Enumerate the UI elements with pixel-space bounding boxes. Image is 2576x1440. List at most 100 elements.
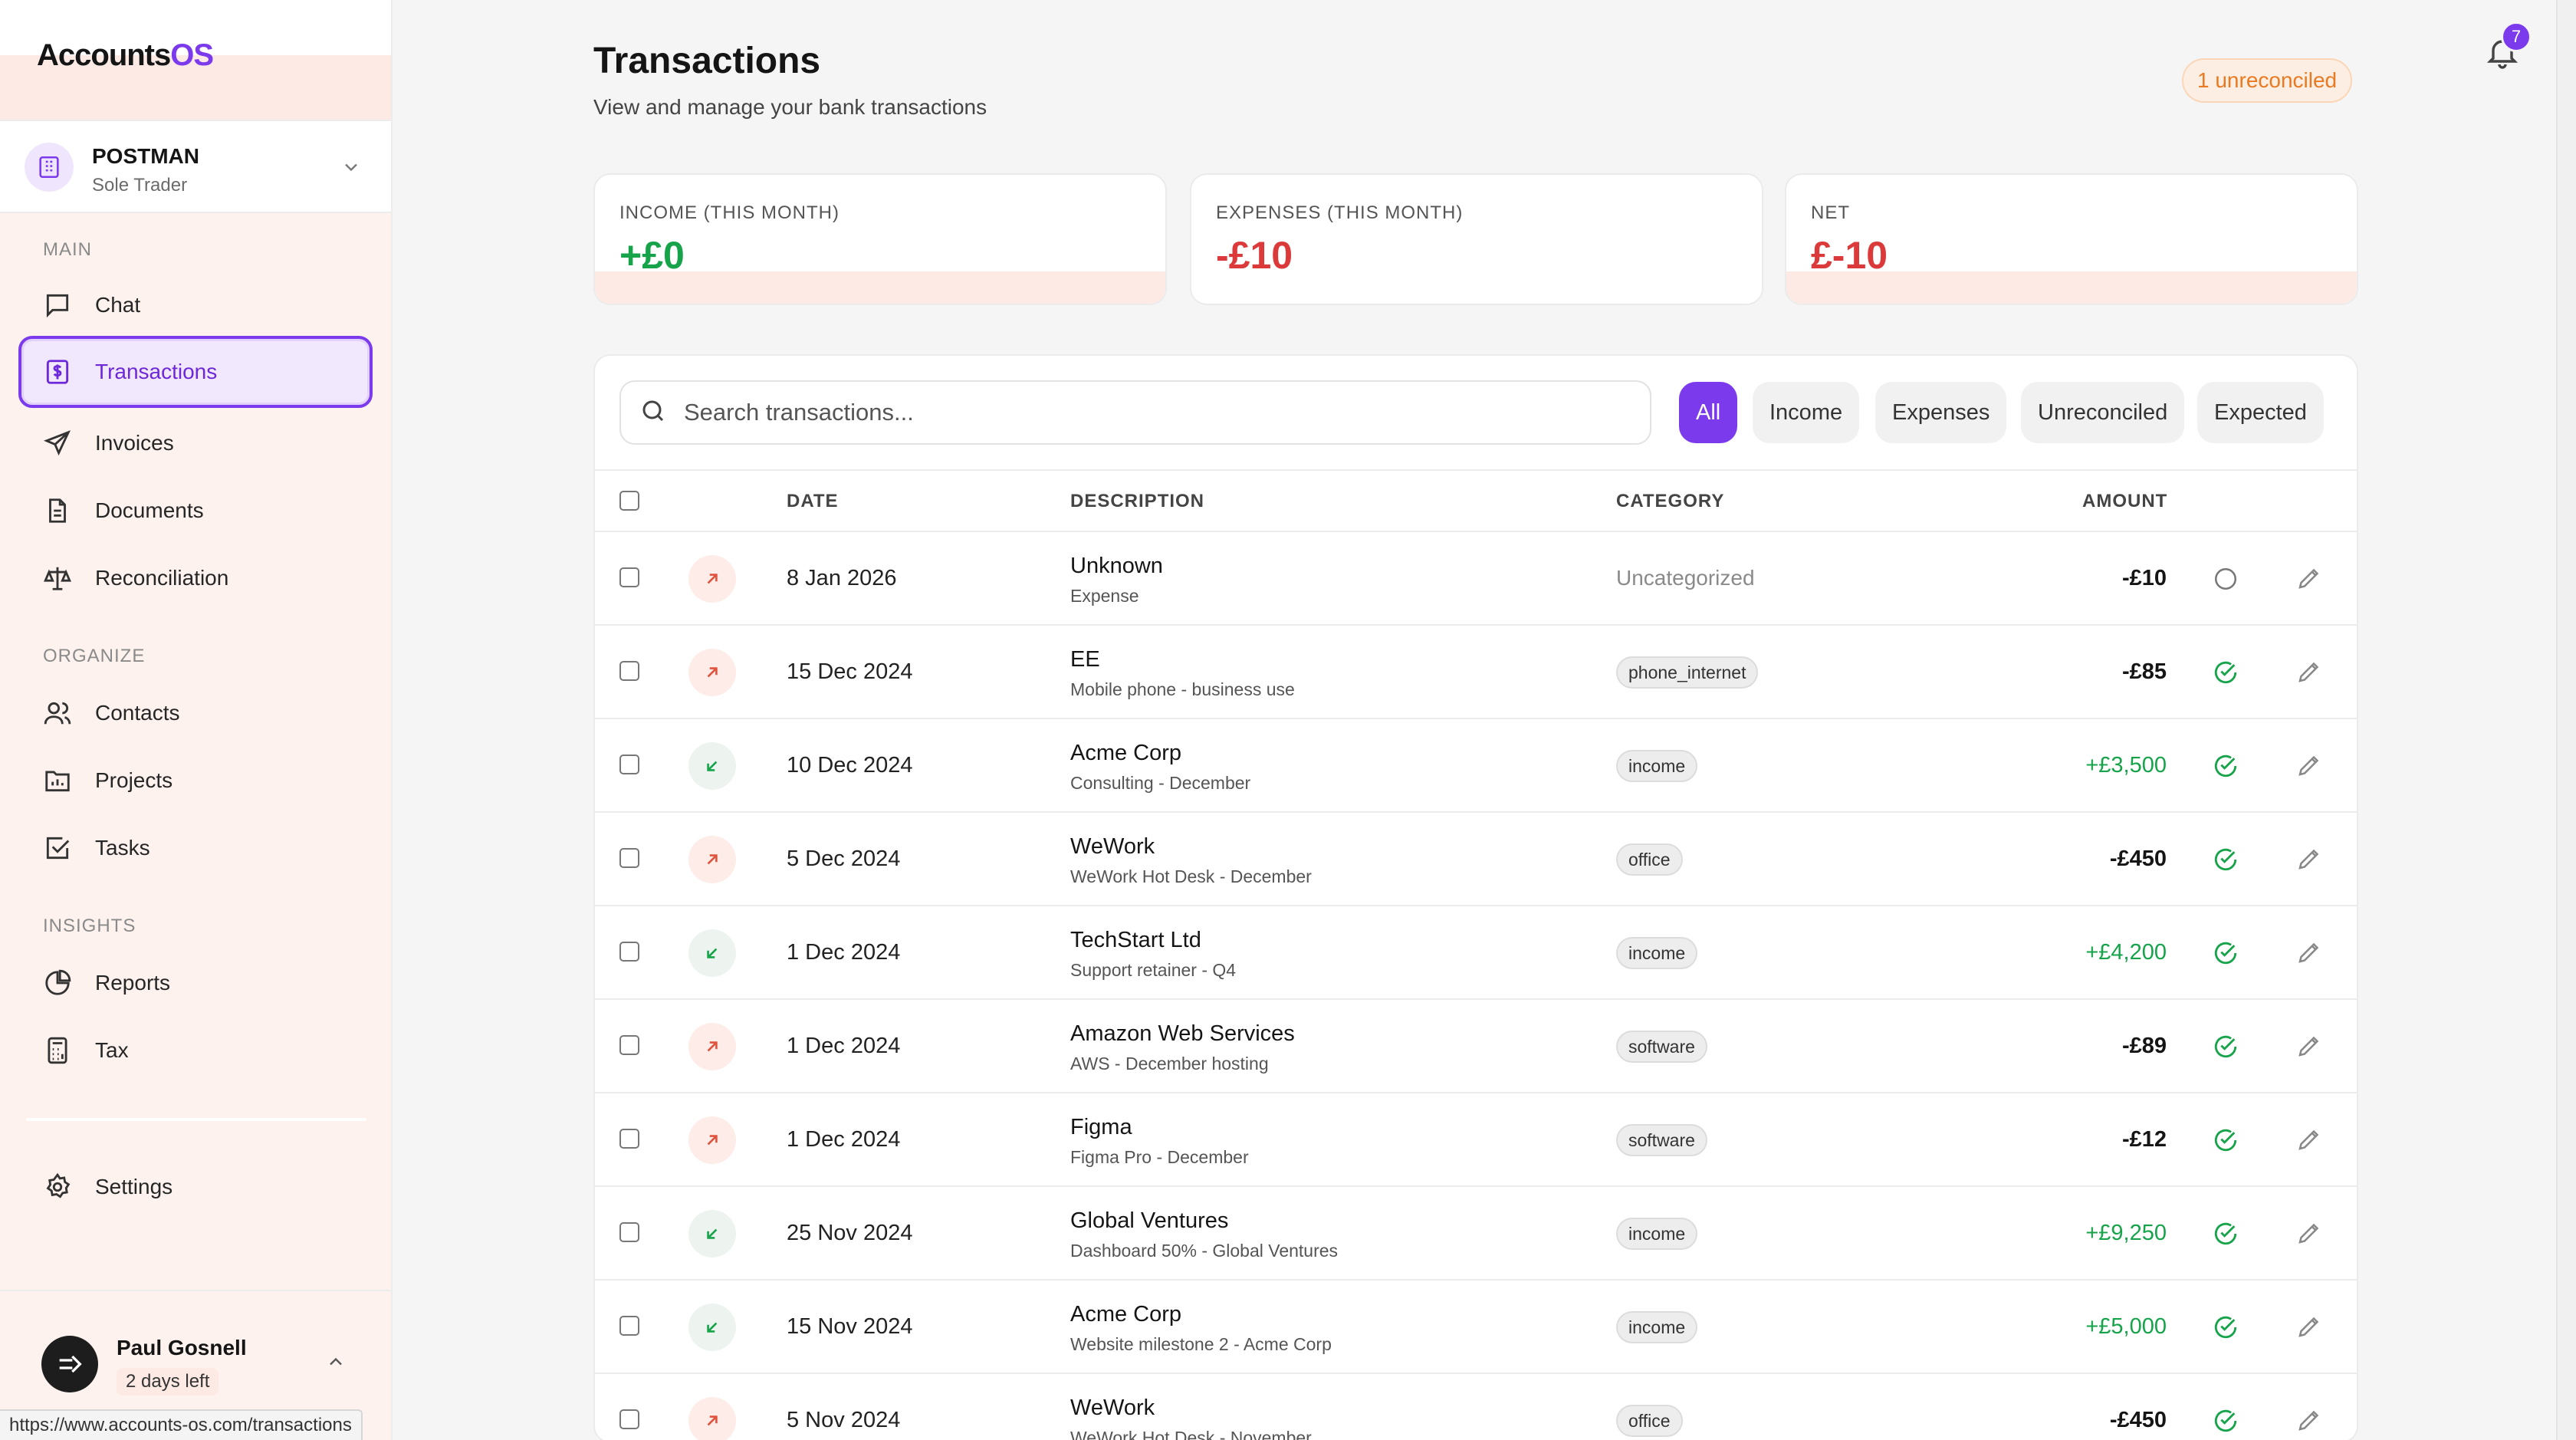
category-chip[interactable]: office (1616, 843, 1683, 876)
reconciled-check-icon[interactable] (2213, 1127, 2239, 1153)
users-icon (41, 697, 74, 729)
select-all-checkbox[interactable] (619, 491, 639, 511)
sidebar-item-invoices[interactable]: Invoices (21, 413, 371, 474)
sidebar-item-transactions[interactable]: Transactions (18, 336, 373, 408)
arrow-up-right-icon (688, 1397, 736, 1440)
row-checkbox[interactable] (619, 755, 639, 774)
edit-pencil-icon[interactable] (2295, 939, 2323, 966)
edit-pencil-icon[interactable] (2295, 564, 2323, 592)
unreconciled-badge[interactable]: 1 unreconciled (2182, 58, 2353, 103)
row-checkbox[interactable] (619, 567, 639, 587)
table-row[interactable]: 1 Dec 2024 TechStart Ltd Support retainer … (595, 906, 2357, 1000)
category-chip[interactable]: software (1616, 1124, 1707, 1156)
unreconciled-circle-icon[interactable] (2213, 566, 2239, 592)
sidebar-item-projects[interactable]: Projects (21, 750, 371, 811)
row-checkbox[interactable] (619, 661, 639, 681)
sidebar-item-documents[interactable]: Documents (21, 480, 371, 541)
scrollbar[interactable] (2556, 0, 2576, 1440)
arrow-up-right-icon (688, 1023, 736, 1070)
row-date: 8 Jan 2026 (787, 566, 897, 590)
row-subtitle: WeWork Hot Desk - December (1070, 866, 1312, 886)
row-checkbox[interactable] (619, 1409, 639, 1429)
table-row[interactable]: 10 Dec 2024 Acme Corp Consulting - Decembe… (595, 719, 2357, 813)
edit-pencil-icon[interactable] (2295, 845, 2323, 873)
col-amount[interactable]: AMOUNT (2082, 491, 2167, 512)
filter-income[interactable]: Income (1753, 382, 1860, 443)
edit-pencil-icon[interactable] (2295, 1126, 2323, 1153)
user-name: Paul Gosnell (117, 1336, 247, 1359)
row-date: 1 Dec 2024 (787, 940, 901, 965)
edit-pencil-icon[interactable] (2295, 1032, 2323, 1060)
row-date: 1 Dec 2024 (787, 1127, 901, 1152)
search-icon (639, 397, 667, 429)
table-row[interactable]: 25 Nov 2024 Global Ventures Dashboard 50% … (595, 1187, 2357, 1281)
row-checkbox[interactable] (619, 942, 639, 962)
gear-icon (41, 1171, 74, 1203)
table-header: DATE DESCRIPTION CATEGORY AMOUNT (595, 469, 2357, 532)
table-row[interactable]: 5 Dec 2024 WeWork WeWork Hot Desk - Decemb… (595, 813, 2357, 906)
arrow-down-left-icon (688, 742, 736, 790)
sidebar-item-reports[interactable]: Reports (21, 952, 371, 1014)
avatar (41, 1336, 98, 1392)
arrow-up-right-icon (688, 649, 736, 696)
sidebar-item-tax[interactable]: Tax (21, 1020, 371, 1081)
transactions-table: All Income Expenses Unreconciled Expecte… (593, 354, 2358, 1440)
table-row[interactable]: 5 Nov 2024 WeWork WeWork Hot Desk - Novemb… (595, 1374, 2357, 1440)
edit-pencil-icon[interactable] (2295, 658, 2323, 685)
search-box[interactable] (619, 380, 1651, 445)
row-subtitle: WeWork Hot Desk - November (1070, 1428, 1312, 1440)
row-checkbox[interactable] (619, 1316, 639, 1336)
table-row[interactable]: 8 Jan 2026 Unknown Expense Uncategorized -£1… (595, 532, 2357, 626)
row-amount: -£85 (2121, 659, 2167, 684)
app-logo[interactable]: AccountsOS (37, 38, 214, 73)
edit-pencil-icon[interactable] (2295, 751, 2323, 779)
category-chip[interactable]: income (1616, 1311, 1698, 1343)
col-date[interactable]: DATE (787, 491, 839, 512)
table-row[interactable]: 15 Nov 2024 Acme Corp Website milestone 2 … (595, 1281, 2357, 1374)
col-description[interactable]: DESCRIPTION (1070, 491, 1204, 512)
category-chip[interactable]: income (1616, 750, 1698, 782)
org-switcher[interactable]: POSTMAN Sole Trader (0, 120, 391, 213)
message-icon (41, 289, 74, 321)
sidebar-divider (26, 1118, 366, 1121)
category-chip[interactable]: income (1616, 1218, 1698, 1250)
reconciled-check-icon[interactable] (2213, 940, 2239, 966)
reconciled-check-icon[interactable] (2213, 1314, 2239, 1340)
col-category[interactable]: CATEGORY (1616, 491, 1724, 512)
table-row[interactable]: 1 Dec 2024 Amazon Web Services AWS - Decem… (595, 1000, 2357, 1093)
sidebar-item-reconciliation[interactable]: Reconciliation (21, 547, 371, 609)
reconciled-check-icon[interactable] (2213, 1034, 2239, 1060)
filter-all[interactable]: All (1679, 382, 1738, 443)
sidebar-item-contacts[interactable]: Contacts (21, 682, 371, 744)
reconciled-check-icon[interactable] (2213, 1408, 2239, 1434)
reconciled-check-icon[interactable] (2213, 659, 2239, 685)
edit-pencil-icon[interactable] (2295, 1406, 2323, 1434)
category-chip[interactable]: income (1616, 937, 1698, 969)
row-category[interactable]: Uncategorized (1616, 566, 1755, 590)
building-icon (25, 143, 74, 192)
sidebar-item-settings[interactable]: Settings (21, 1156, 371, 1218)
row-date: 5 Dec 2024 (787, 847, 901, 871)
edit-pencil-icon[interactable] (2295, 1313, 2323, 1340)
category-chip[interactable]: software (1616, 1031, 1707, 1063)
category-chip[interactable]: office (1616, 1405, 1683, 1437)
filter-expected[interactable]: Expected (2197, 382, 2324, 443)
search-input[interactable] (684, 399, 1604, 426)
reconciled-check-icon[interactable] (2213, 753, 2239, 779)
table-row[interactable]: 1 Dec 2024 Figma Figma Pro - December softw… (595, 1093, 2357, 1187)
sidebar-item-chat[interactable]: Chat (21, 275, 371, 336)
filter-expenses[interactable]: Expenses (1875, 382, 2007, 443)
table-row[interactable]: 15 Dec 2024 EE Mobile phone - business use… (595, 626, 2357, 719)
row-checkbox[interactable] (619, 1129, 639, 1149)
row-checkbox[interactable] (619, 1222, 639, 1242)
category-chip[interactable]: phone_internet (1616, 656, 1759, 689)
reconciled-check-icon[interactable] (2213, 847, 2239, 873)
filter-unreconciled[interactable]: Unreconciled (2021, 382, 2185, 443)
row-subtitle: Mobile phone - business use (1070, 679, 1295, 699)
sidebar-item-tasks[interactable]: Tasks (21, 817, 371, 879)
row-checkbox[interactable] (619, 848, 639, 868)
net-card: NET £-10 (1785, 173, 2358, 305)
edit-pencil-icon[interactable] (2295, 1219, 2323, 1247)
reconciled-check-icon[interactable] (2213, 1221, 2239, 1247)
row-checkbox[interactable] (619, 1035, 639, 1055)
